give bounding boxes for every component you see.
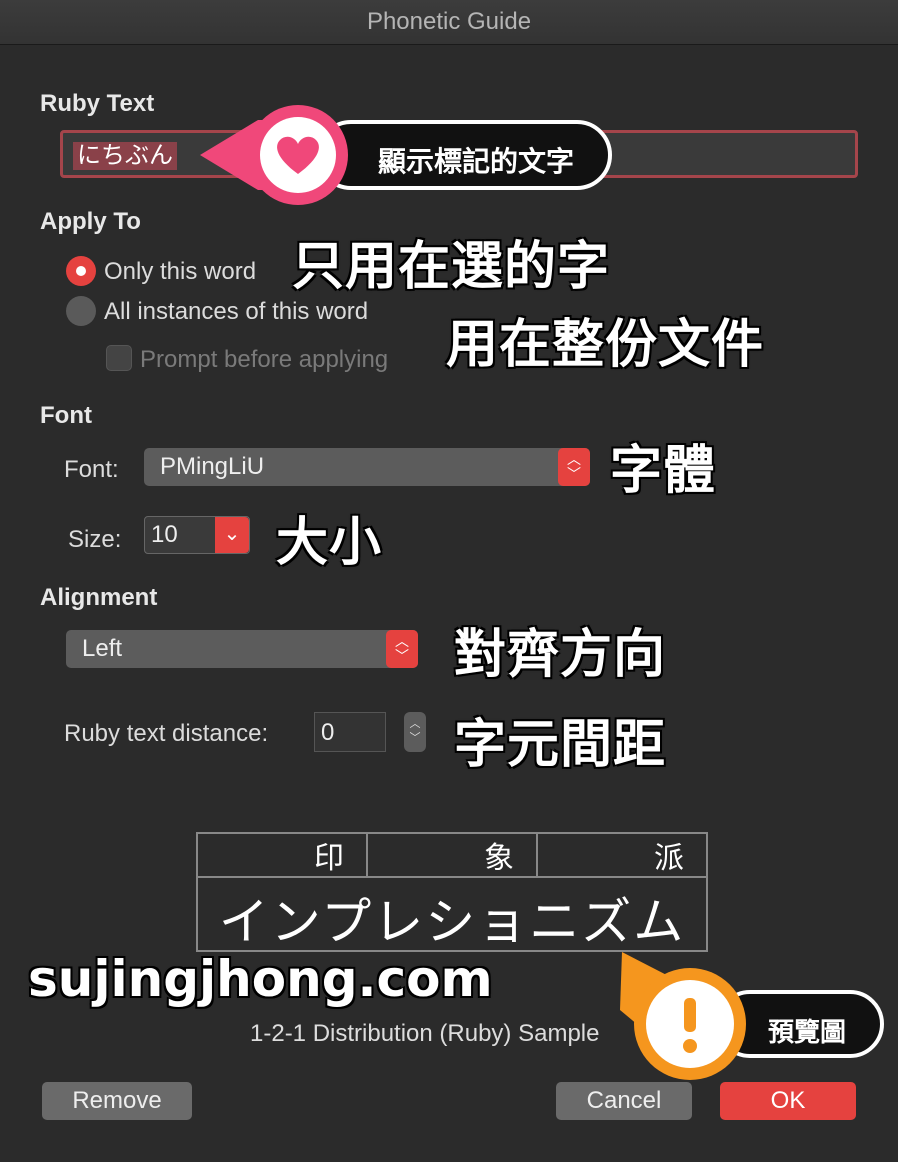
preview-callout	[620, 952, 884, 1080]
ruby-text-heading: Ruby Text	[40, 90, 155, 117]
ruby-preview: 印 象 派 インプレショニズム	[196, 832, 708, 952]
apply-to-heading: Apply To	[40, 208, 141, 235]
ruby-distance-value: 0	[321, 719, 335, 746]
watermark-text: sujingjhong.com	[28, 950, 493, 1008]
annotation-only-this-word: 只用在選的字	[292, 238, 611, 296]
exclamation-icon	[683, 998, 697, 1053]
preview-ruby-char: 派	[654, 841, 684, 876]
radio-all-instances-label[interactable]: All instances of this word	[104, 298, 368, 326]
preview-ruby-char: 印	[198, 834, 368, 876]
preview-ruby-char: 象	[368, 834, 538, 876]
prompt-before-applying-checkbox[interactable]	[106, 345, 132, 371]
ruby-text-callout-label: 顯示標記的文字	[378, 146, 575, 177]
size-value: 10	[151, 521, 178, 548]
font-heading: Font	[40, 402, 92, 429]
annotation-all-instances: 用在整份文件	[446, 316, 765, 374]
preview-callout-label: 預覽圖	[768, 1017, 847, 1047]
annotation-alignment: 對齊方向	[454, 626, 667, 684]
radio-all-instances[interactable]	[66, 296, 96, 326]
annotation-size: 大小	[276, 514, 383, 572]
ruby-distance-field[interactable]: 0	[314, 712, 386, 752]
ruby-distance-stepper[interactable]: ︿ ﹀	[404, 712, 426, 752]
size-combobox[interactable]: 10 ⌄	[144, 516, 250, 554]
ok-button[interactable]: OK	[720, 1082, 856, 1120]
ruby-distance-label: Ruby text distance:	[64, 720, 269, 747]
cancel-button[interactable]: Cancel	[556, 1082, 692, 1120]
annotation-distance: 字元間距	[454, 716, 667, 774]
preview-caption: 1-2-1 Distribution (Ruby) Sample	[250, 1020, 600, 1047]
prompt-before-applying-label: Prompt before applying	[140, 346, 389, 373]
radio-only-this-word[interactable]	[66, 256, 96, 286]
radio-only-this-word-label[interactable]: Only this word	[104, 258, 256, 286]
ruby-text-value: にちぶん	[73, 142, 177, 170]
alignment-heading: Alignment	[40, 584, 158, 611]
remove-button[interactable]: Remove	[42, 1082, 192, 1120]
updown-chevron-icon: ︿ ﹀	[386, 630, 418, 668]
updown-chevron-icon: ︿ ﹀	[558, 448, 590, 486]
font-label: Font:	[64, 456, 119, 483]
window-title: Phonetic Guide	[0, 0, 898, 45]
font-popup[interactable]: PMingLiU ︿ ﹀	[144, 448, 590, 486]
alignment-popup-value: Left	[82, 635, 123, 662]
font-popup-value: PMingLiU	[160, 453, 265, 480]
annotation-font: 字體	[610, 442, 717, 500]
alignment-popup[interactable]: Left ︿ ﹀	[66, 630, 418, 668]
chevron-down-icon[interactable]: ⌄	[215, 517, 249, 553]
size-label: Size:	[68, 526, 122, 553]
